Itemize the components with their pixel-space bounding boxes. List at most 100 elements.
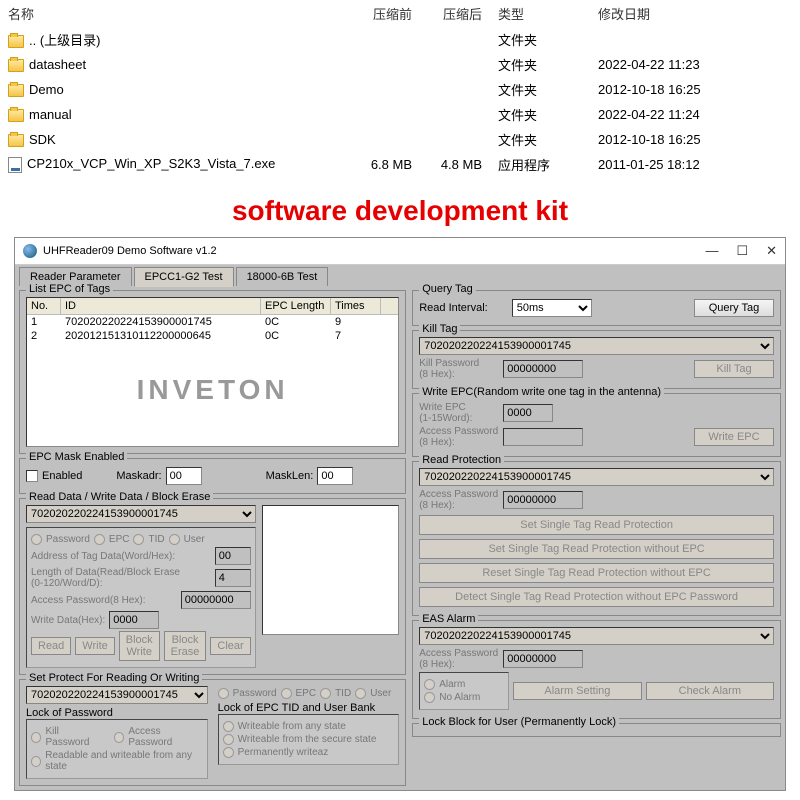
rw-wdata-input[interactable] (109, 611, 159, 629)
rw-read-button[interactable]: Read (31, 637, 71, 655)
mem-radio-user[interactable] (355, 688, 366, 699)
query-tag-button[interactable]: Query Tag (694, 299, 774, 317)
tab-18000-6b[interactable]: 18000-6B Test (236, 267, 329, 286)
tab-epcc1-g2[interactable]: EPCC1-G2 Test (134, 267, 234, 287)
lock-bank-label: Lock of EPC TID and User Bank (218, 702, 400, 714)
rprot-btn1[interactable]: Set Single Tag Read Protection (419, 515, 774, 535)
folder-icon (8, 35, 24, 48)
banner-title: software development kit (0, 177, 800, 237)
mask-group: EPC Mask Enabled Enabled Maskadr: MaskLe… (19, 458, 406, 494)
radio-killpw[interactable] (31, 732, 41, 743)
col-len: EPC Length (261, 298, 331, 314)
rw-group: Read Data / Write Data / Block Erase 702… (19, 498, 406, 675)
wepc-input[interactable] (503, 404, 553, 422)
file-list-table: 名称 压缩前 压缩后 类型 修改日期 .. (上级目录)文件夹datasheet… (0, 0, 800, 177)
rw-write-button[interactable]: Write (75, 637, 114, 655)
rprot-btn4[interactable]: Detect Single Tag Read Protection withou… (419, 587, 774, 607)
radio-w-perm[interactable] (223, 747, 234, 758)
radio-w-secure[interactable] (223, 734, 234, 745)
protect-epc-select[interactable]: 702020220224153900001745 (26, 686, 208, 704)
mask-enabled-checkbox[interactable] (26, 470, 38, 482)
eas-acc-input[interactable] (503, 650, 583, 668)
radio-rw-any[interactable] (31, 756, 41, 767)
tab-bar: Reader Parameter EPCC1-G2 Test 18000-6B … (15, 265, 785, 286)
mask-title: EPC Mask Enabled (26, 451, 127, 463)
mem-radio-epc[interactable] (281, 688, 292, 699)
eas-radio-alarm[interactable] (424, 679, 435, 690)
kill-group: Kill Tag 702020220224153900001745 Kill P… (412, 330, 781, 389)
col-type: 类型 (490, 0, 590, 27)
rprot-acc-input[interactable] (503, 491, 583, 509)
radio-w-any[interactable] (223, 721, 234, 732)
list-epc-group: List EPC of Tags No. ID EPC Length Times… (19, 290, 406, 454)
interval-select[interactable]: 50ms (512, 299, 592, 317)
minimize-button[interactable]: — (705, 243, 718, 259)
app-icon (23, 244, 37, 258)
rw-radio-password[interactable] (31, 534, 42, 545)
rw-radio-user[interactable] (169, 534, 180, 545)
masklen-label: MaskLen: (266, 470, 314, 482)
col-name: 名称 (0, 0, 350, 27)
write-epc-button[interactable]: Write EPC (694, 428, 774, 446)
kill-epc-select[interactable]: 702020220224153900001745 (419, 337, 774, 355)
eas-epc-select[interactable]: 702020220224153900001745 (419, 627, 774, 645)
rw-addr-input[interactable] (215, 547, 251, 565)
file-row[interactable]: CP210x_VCP_Win_XP_S2K3_Vista_7.exe6.8 MB… (0, 152, 800, 177)
exe-icon (8, 157, 22, 173)
list-epc-title: List EPC of Tags (26, 283, 113, 295)
col-id: ID (61, 298, 261, 314)
query-group: Query Tag Read Interval: 50ms Query Tag (412, 290, 781, 326)
rprot-btn3[interactable]: Reset Single Tag Read Protection without… (419, 563, 774, 583)
rw-radio-epc[interactable] (94, 534, 105, 545)
col-after: 压缩后 (420, 0, 490, 27)
wepc-acc-input[interactable] (503, 428, 583, 446)
file-row[interactable]: manual文件夹2022-04-22 11:24 (0, 102, 800, 127)
read-protection-group: Read Protection 702020220224153900001745… (412, 461, 781, 616)
col-no: No. (27, 298, 61, 314)
rw-clear-button[interactable]: Clear (210, 637, 250, 655)
kill-pw-input[interactable] (503, 360, 583, 378)
titlebar: UHFReader09 Demo Software v1.2 — ☐ ✕ (15, 238, 785, 265)
radio-accesspw[interactable] (114, 732, 124, 743)
close-button[interactable]: ✕ (766, 243, 777, 259)
rw-blockwrite-button[interactable]: Block Write (119, 631, 160, 661)
mask-enabled-label: Enabled (42, 470, 82, 482)
eas-title: EAS Alarm (419, 613, 478, 625)
kill-title: Kill Tag (419, 323, 460, 335)
eas-radio-noalarm[interactable] (424, 692, 435, 703)
rw-epc-select[interactable]: 702020220224153900001745 (26, 505, 256, 523)
epc-row[interactable]: 17020202202241539000017450C9 (27, 315, 398, 329)
rw-blockerase-button[interactable]: Block Erase (164, 631, 207, 661)
lockblock-group: Lock Block for User (Permanently Lock) (412, 723, 781, 737)
protect-title: Set Protect For Reading Or Writing (26, 672, 202, 684)
rprot-epc-select[interactable]: 702020220224153900001745 (419, 468, 774, 486)
maskadr-label: Maskadr: (116, 470, 161, 482)
file-row[interactable]: SDK文件夹2012-10-18 16:25 (0, 127, 800, 152)
file-row[interactable]: datasheet文件夹2022-04-22 11:23 (0, 52, 800, 77)
rprot-title: Read Protection (419, 454, 504, 466)
mem-radio-password[interactable] (218, 688, 229, 699)
rprot-btn2[interactable]: Set Single Tag Read Protection without E… (419, 539, 774, 559)
kill-tag-button[interactable]: Kill Tag (694, 360, 774, 378)
epc-listbox[interactable]: No. ID EPC Length Times 1702020220224153… (26, 297, 399, 447)
check-alarm-button[interactable]: Check Alarm (646, 682, 774, 700)
wepc-title: Write EPC(Random write one tag in the an… (419, 386, 664, 398)
write-epc-group: Write EPC(Random write one tag in the an… (412, 393, 781, 457)
file-row[interactable]: Demo文件夹2012-10-18 16:25 (0, 77, 800, 102)
maskadr-input[interactable] (166, 467, 202, 485)
folder-icon (8, 109, 24, 122)
mem-radio-tid[interactable] (320, 688, 331, 699)
folder-icon (8, 59, 24, 72)
rw-radio-tid[interactable] (133, 534, 144, 545)
maximize-button[interactable]: ☐ (736, 243, 748, 259)
epc-row[interactable]: 22020121513101122000006450C7 (27, 329, 398, 343)
col-before: 压缩前 (350, 0, 420, 27)
eas-group: EAS Alarm 702020220224153900001745 Acces… (412, 620, 781, 719)
rw-len-input[interactable] (215, 569, 251, 587)
alarm-setting-button[interactable]: Alarm Setting (513, 682, 641, 700)
masklen-input[interactable] (317, 467, 353, 485)
rw-output[interactable] (262, 505, 400, 635)
window-title: UHFReader09 Demo Software v1.2 (43, 245, 217, 257)
file-row[interactable]: .. (上级目录)文件夹 (0, 27, 800, 52)
rw-accpw-input[interactable] (181, 591, 251, 609)
